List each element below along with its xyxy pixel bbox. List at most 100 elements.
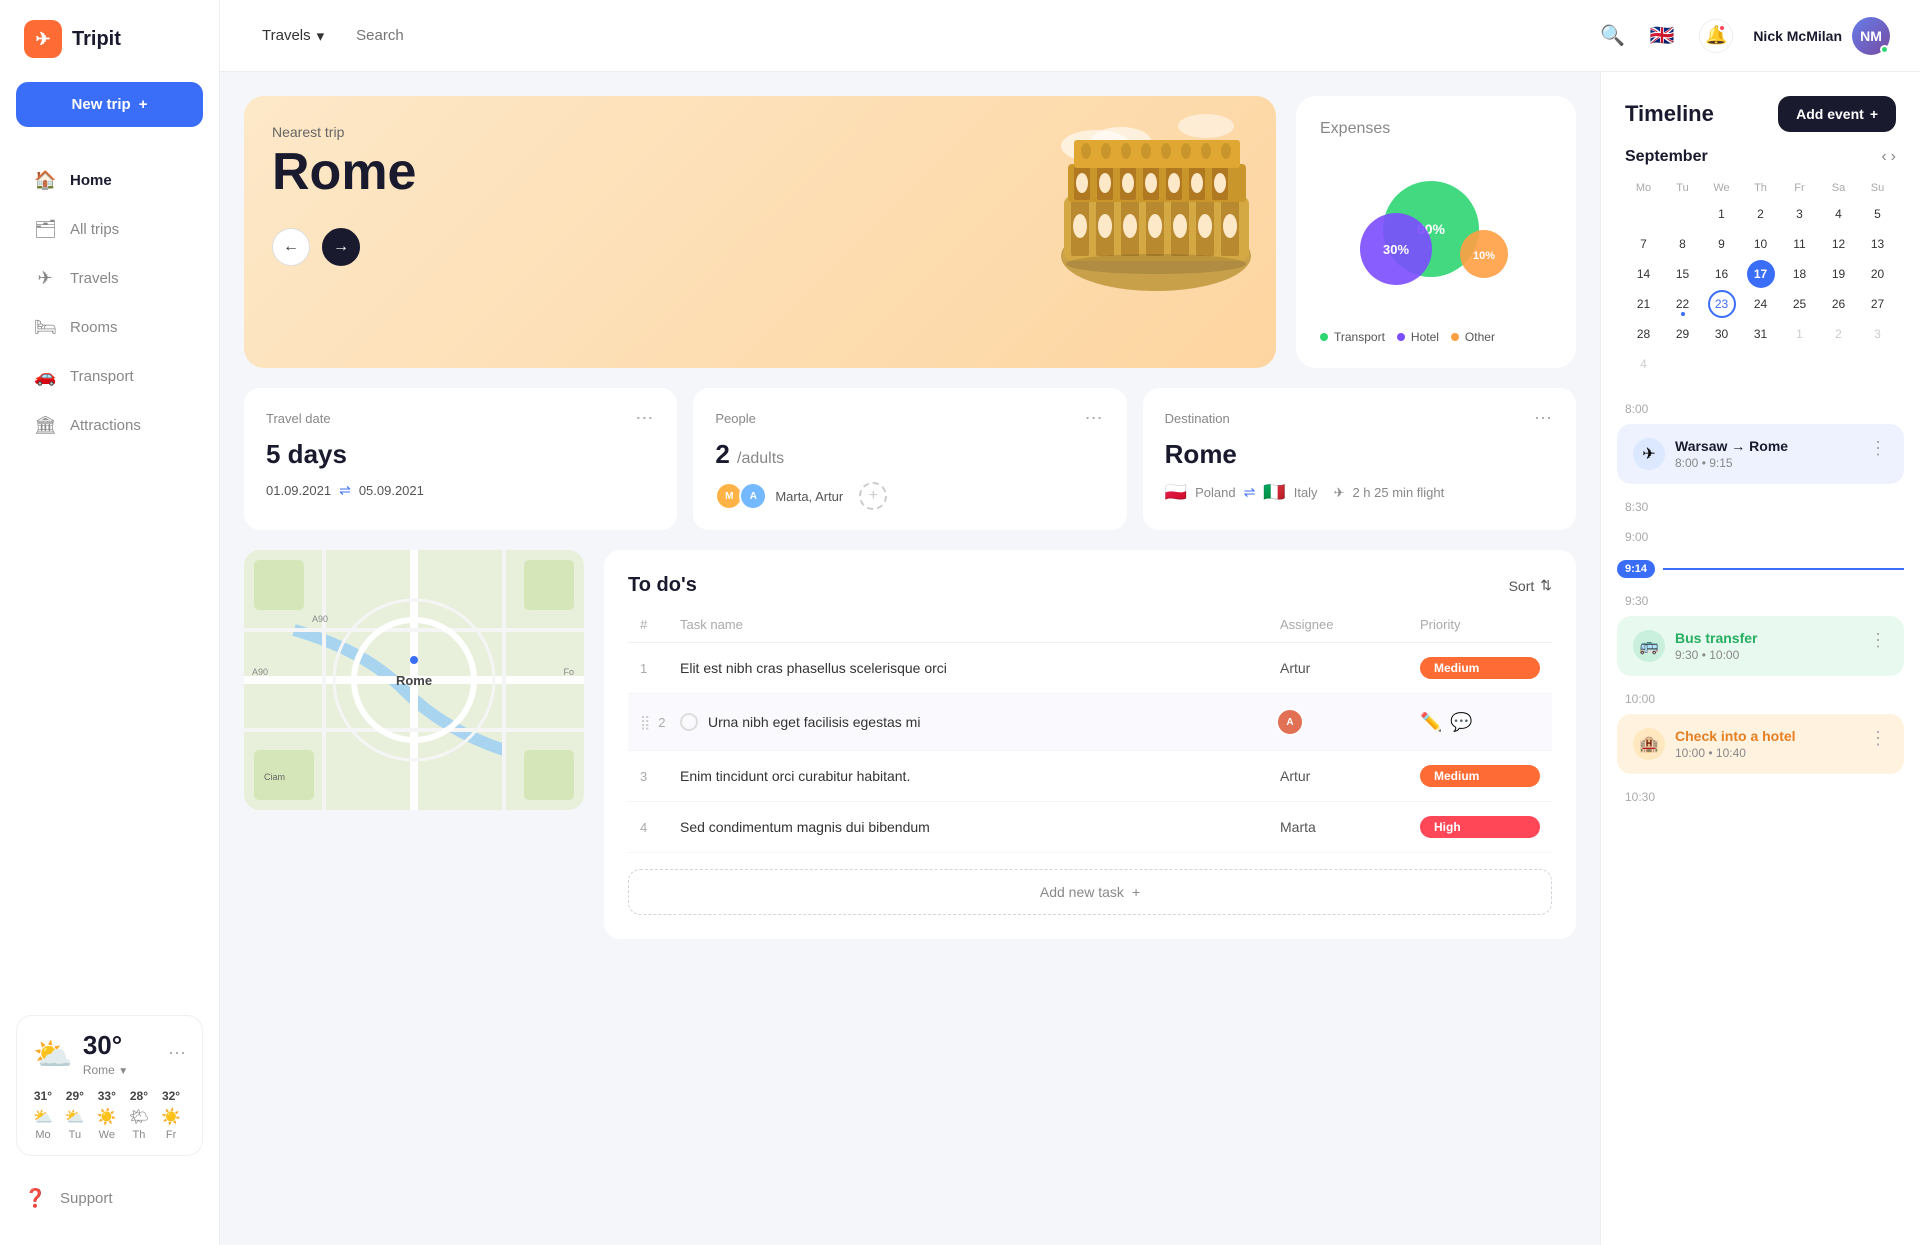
new-trip-button[interactable]: New trip + [16, 82, 203, 127]
cal-day-11[interactable]: 11 [1786, 230, 1814, 258]
cal-day-23[interactable]: 23 [1708, 290, 1736, 318]
cal-day-29[interactable]: 29 [1669, 320, 1697, 348]
flight-event-card[interactable]: ✈ Warsaw → Rome 8:00 • 9:15 ⋮ [1617, 424, 1904, 484]
bus-event-more[interactable]: ⋮ [1869, 630, 1888, 651]
date-range: 01.09.2021 ⇌ 05.09.2021 [266, 482, 655, 499]
hero-section: Nearest trip Rome ← → [244, 96, 1576, 368]
weather-temperature: 30° [83, 1030, 128, 1061]
people-count: 2 [715, 439, 729, 469]
add-task-button[interactable]: Add new task + [628, 869, 1552, 915]
cal-day-25[interactable]: 25 [1786, 290, 1814, 318]
hotel-event-time: 10:00 • 10:40 [1675, 746, 1796, 760]
travel-date-more-button[interactable]: ⋯ [635, 408, 655, 429]
destination-more-button[interactable]: ⋯ [1534, 408, 1554, 429]
bus-event-card[interactable]: 🚌 Bus transfer 9:30 • 10:00 ⋮ [1617, 616, 1904, 676]
cal-day-17[interactable]: 17 [1747, 260, 1775, 288]
task-checkbox-2[interactable] [680, 713, 698, 731]
header-actions: 🔍 🇬🇧 🔔 Nick McMilan NM [1600, 17, 1890, 55]
cal-day-18[interactable]: 18 [1786, 260, 1814, 288]
cal-day-1[interactable]: 1 [1708, 200, 1736, 228]
cal-day-20[interactable]: 20 [1864, 260, 1892, 288]
legend-hotel: Hotel [1397, 330, 1439, 344]
flight-event-time: 8:00 • 9:15 [1675, 456, 1788, 470]
sidebar-item-home[interactable]: 🏠 Home [10, 157, 209, 204]
weather-more-options[interactable]: ⋯ [168, 1043, 186, 1064]
weather-day-fr: 32° ☀️ Fr [161, 1089, 181, 1141]
task-comment-icon[interactable]: 💬 [1450, 712, 1472, 733]
svg-text:30%: 30% [1383, 242, 1409, 257]
people-names: Marta, Artur [775, 489, 843, 504]
sidebar-item-transport[interactable]: 🚗 Transport [10, 353, 209, 400]
todo-card: To do's Sort ⇅ # Task name Assignee Prio… [604, 550, 1576, 939]
calendar-prev-button[interactable]: ‹ [1881, 148, 1886, 166]
travels-icon: ✈ [34, 268, 56, 289]
people-more-button[interactable]: ⋯ [1085, 408, 1105, 429]
map-container[interactable]: A90 A90 Fo Rome Ciam [244, 550, 584, 810]
cal-day-22[interactable]: 22 [1669, 290, 1697, 318]
cal-day-30[interactable]: 30 [1708, 320, 1736, 348]
cal-day-3[interactable]: 3 [1786, 200, 1814, 228]
hero-next-button[interactable]: → [322, 228, 360, 266]
hotel-event-more[interactable]: ⋮ [1869, 728, 1888, 749]
language-selector[interactable]: 🇬🇧 [1645, 19, 1679, 53]
colosseum-illustration [1046, 96, 1266, 316]
task-name-2: Urna nibh eget facilisis egestas mi [708, 714, 920, 730]
search-input[interactable] [356, 27, 958, 44]
cal-day-8[interactable]: 8 [1669, 230, 1697, 258]
cal-day-10[interactable]: 10 [1747, 230, 1775, 258]
cal-day-19[interactable]: 19 [1825, 260, 1853, 288]
route-arrow-icon: ⇌ [1244, 484, 1256, 501]
cal-day-13[interactable]: 13 [1864, 230, 1892, 258]
cal-day-27[interactable]: 27 [1864, 290, 1892, 318]
priority-3: Medium [1420, 765, 1540, 787]
search-icon-button[interactable]: 🔍 [1600, 23, 1625, 48]
cal-day-24[interactable]: 24 [1747, 290, 1775, 318]
drag-handle-2[interactable]: ⣿ [640, 714, 650, 731]
cal-day-oct-3[interactable]: 3 [1864, 320, 1892, 348]
cal-day-7[interactable]: 7 [1630, 230, 1658, 258]
cal-day-26[interactable]: 26 [1825, 290, 1853, 318]
home-icon: 🏠 [34, 170, 56, 191]
cal-day-12[interactable]: 12 [1825, 230, 1853, 258]
center-panel: Nearest trip Rome ← → [220, 72, 1600, 1245]
cal-day-15[interactable]: 15 [1669, 260, 1697, 288]
info-cards-row: Travel date ⋯ 5 days 01.09.2021 ⇌ 05.09.… [244, 388, 1576, 530]
sidebar-item-rooms[interactable]: 🛏 Rooms [10, 304, 209, 351]
weather-forecast: 31° ⛅ Mo 29° ⛅ Tu 33° ☀️ We 28° 🌤 Th 32° [33, 1089, 186, 1141]
people-row: M A Marta, Artur + [715, 482, 1104, 510]
sidebar-item-support[interactable]: ❓ Support [24, 1188, 195, 1209]
travels-dropdown[interactable]: Travels ▾ [250, 19, 336, 53]
cal-day-4[interactable]: 4 [1825, 200, 1853, 228]
cal-day-2[interactable]: 2 [1747, 200, 1775, 228]
sidebar-item-attractions[interactable]: 🏛 Attractions [10, 402, 209, 449]
sort-button[interactable]: Sort ⇅ [1509, 577, 1552, 594]
add-person-button[interactable]: + [859, 482, 887, 510]
current-time-badge: 9:14 [1617, 560, 1655, 578]
cal-day-21[interactable]: 21 [1630, 290, 1658, 318]
svg-text:10%: 10% [1473, 250, 1495, 262]
sidebar-item-all-trips[interactable]: 🗂 All trips [10, 206, 209, 253]
cal-day-oct-4[interactable]: 4 [1630, 350, 1658, 378]
cal-day-oct-2[interactable]: 2 [1825, 320, 1853, 348]
cal-day-16[interactable]: 16 [1708, 260, 1736, 288]
hero-prev-button[interactable]: ← [272, 228, 310, 266]
hotel-event-card[interactable]: 🏨 Check into a hotel 10:00 • 10:40 ⋮ [1617, 714, 1904, 774]
task-edit-icon[interactable]: ✏️ [1420, 712, 1442, 733]
sidebar-item-all-trips-label: All trips [70, 221, 119, 238]
cal-day-5[interactable]: 5 [1864, 200, 1892, 228]
sidebar-item-travels[interactable]: ✈ Travels [10, 255, 209, 302]
cal-day-9[interactable]: 9 [1708, 230, 1736, 258]
cal-day-28[interactable]: 28 [1630, 320, 1658, 348]
add-event-button[interactable]: Add event + [1778, 96, 1896, 132]
flight-event-more[interactable]: ⋮ [1869, 438, 1888, 459]
user-profile[interactable]: Nick McMilan NM [1753, 17, 1890, 55]
notifications-button[interactable]: 🔔 [1699, 19, 1733, 53]
weather-day-th-icon: 🌤 [129, 1107, 149, 1127]
calendar-next-button[interactable]: › [1891, 148, 1896, 166]
cal-day-oct-1[interactable]: 1 [1786, 320, 1814, 348]
table-row: 1 Elit est nibh cras phasellus scelerisq… [628, 643, 1552, 694]
destination-card: Destination ⋯ Rome 🇵🇱 Poland ⇌ 🇮🇹 Italy … [1143, 388, 1576, 530]
cal-day-31[interactable]: 31 [1747, 320, 1775, 348]
table-row[interactable]: ⣿ 2 Urna nibh eget facilisis egestas mi … [628, 694, 1552, 751]
cal-day-14[interactable]: 14 [1630, 260, 1658, 288]
